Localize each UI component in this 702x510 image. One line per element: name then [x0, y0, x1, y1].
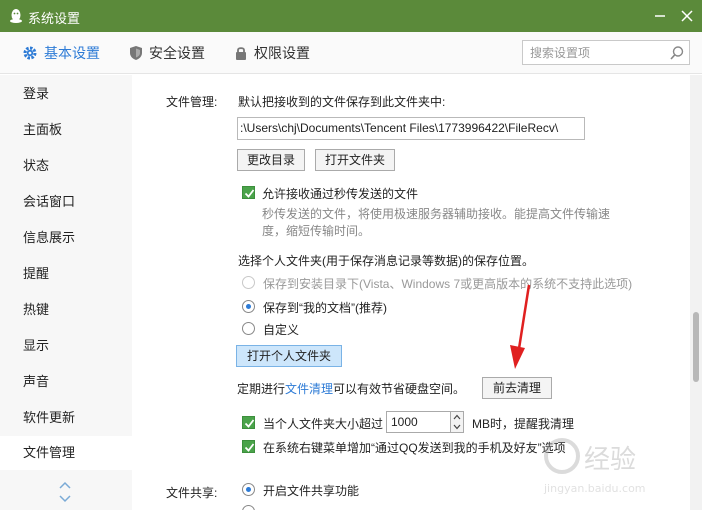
allow-flash-transfer-checkbox[interactable] — [242, 186, 255, 199]
tab-label: 权限设置 — [254, 45, 310, 61]
tab-permission-settings[interactable]: 权限设置 — [234, 43, 310, 63]
sidebar-item-software-update[interactable]: 软件更新 — [0, 401, 132, 435]
folder-size-spinner — [451, 411, 464, 433]
sidebar-item-file-management[interactable]: 文件管理 — [0, 436, 132, 470]
watermark-text: 经验 — [584, 445, 636, 475]
checkmark-icon — [244, 419, 255, 428]
sidebar-item-reminders[interactable]: 提醒 — [0, 257, 132, 291]
enable-file-sharing-radio[interactable] — [242, 483, 255, 496]
sidebar-item-display[interactable]: 显示 — [0, 329, 132, 363]
go-to-cleanup-button[interactable]: 前去清理 — [482, 377, 552, 399]
context-menu-label: 在系统右键菜单增加“通过QQ发送到我的手机及好友”选项 — [263, 441, 566, 455]
sidebar-item-sound[interactable]: 声音 — [0, 365, 132, 399]
search-input[interactable] — [523, 41, 663, 64]
tab-security-settings[interactable]: 安全设置 — [129, 43, 205, 63]
close-icon — [681, 10, 693, 22]
file-cleanup-link[interactable]: 文件清理 — [285, 382, 333, 396]
flash-transfer-description-line2: 度，缩短传输时间。 — [262, 224, 371, 238]
title-bar: 系统设置 — [0, 0, 702, 32]
folder-size-limit-input[interactable]: 1000 — [386, 411, 451, 433]
tab-label: 安全设置 — [149, 45, 205, 61]
cleanup-hint-text: 定期进行文件清理可以有效节省硬盘空间。 — [237, 380, 465, 397]
tab-label: 基本设置 — [44, 45, 100, 61]
sidebar-item-hotkeys[interactable]: 热键 — [0, 293, 132, 327]
custom-location-label: 自定义 — [263, 323, 300, 337]
settings-search-box — [522, 40, 690, 65]
annotation-arrow-icon — [510, 284, 531, 369]
open-folder-button[interactable]: 打开文件夹 — [315, 149, 395, 171]
spinner-down-icon[interactable] — [451, 422, 463, 432]
sidebar-scroll-down-icon[interactable] — [58, 493, 72, 505]
size-reminder-prefix: 当个人文件夹大小超过 — [263, 417, 384, 431]
save-to-install-dir-radio[interactable] — [242, 276, 255, 289]
context-menu-checkbox[interactable] — [242, 440, 255, 453]
baidu-jingyan-watermark-icon: 经验 jingyan.baidu.com — [543, 438, 646, 495]
settings-sidebar: 登录 主面板 状态 会话窗口 信息展示 提醒 热键 显示 声音 软件更新 文件管… — [0, 75, 132, 510]
custom-location-radio[interactable] — [242, 322, 255, 335]
search-icon[interactable] — [669, 45, 685, 61]
save-to-my-documents-label: 保存到“我的文档”(推荐) — [263, 301, 387, 315]
tab-basic-settings[interactable]: 基本设置 — [22, 43, 100, 63]
cleanup-prefix: 定期进行 — [237, 382, 286, 396]
save-to-install-dir-label: 保存到安装目录下(Vista、Windows 7或更高版本的系统不支持此选项) — [263, 277, 633, 291]
sidebar-item-login[interactable]: 登录 — [0, 77, 132, 111]
watermark-url: jingyan.baidu.com — [543, 482, 646, 495]
sidebar-item-status[interactable]: 状态 — [0, 149, 132, 183]
receive-folder-path-field[interactable]: :\Users\chj\Documents\Tencent Files\1773… — [237, 117, 585, 140]
flash-transfer-description-line1: 秒传发送的文件，将使用极速服务器辅助接收。能提高文件传输速 — [262, 207, 611, 221]
cleanup-suffix: 可以有效节省硬盘空间。 — [333, 382, 466, 396]
sidebar-item-info-display[interactable]: 信息展示 — [0, 221, 132, 255]
save-to-my-documents-radio[interactable] — [242, 300, 255, 313]
sidebar-item-main-panel[interactable]: 主面板 — [0, 113, 132, 147]
qq-penguin-icon — [10, 9, 22, 23]
file-sharing-option-2-radio[interactable] — [242, 505, 255, 510]
personal-folder-description: 选择个人文件夹(用于保存消息记录等数据)的保存位置。 — [238, 254, 534, 268]
close-button[interactable] — [677, 6, 697, 26]
allow-flash-transfer-label: 允许接收通过秒传发送的文件 — [262, 187, 419, 201]
save-location-description: 默认把接收到的文件保存到此文件夹中: — [238, 95, 446, 109]
shield-icon — [130, 46, 142, 60]
size-reminder-checkbox[interactable] — [242, 416, 255, 429]
file-management-section-label: 文件管理: — [166, 95, 218, 109]
window-title: 系统设置 — [28, 11, 81, 26]
checkmark-icon — [244, 189, 255, 198]
enable-file-sharing-label: 开启文件共享功能 — [263, 484, 360, 498]
minimize-button[interactable] — [650, 6, 670, 26]
checkmark-icon — [244, 443, 255, 452]
sidebar-scroll-up-icon[interactable] — [58, 479, 72, 491]
sidebar-item-chat-window[interactable]: 会话窗口 — [0, 185, 132, 219]
file-sharing-section-label: 文件共享: — [166, 486, 218, 500]
lock-icon — [236, 47, 246, 60]
change-directory-button[interactable]: 更改目录 — [237, 149, 305, 171]
open-personal-folder-button[interactable]: 打开个人文件夹 — [236, 345, 342, 367]
spinner-up-icon[interactable] — [451, 412, 463, 422]
minimize-icon — [655, 15, 665, 17]
scrollbar-thumb[interactable] — [693, 312, 699, 382]
gear-icon — [23, 46, 37, 60]
